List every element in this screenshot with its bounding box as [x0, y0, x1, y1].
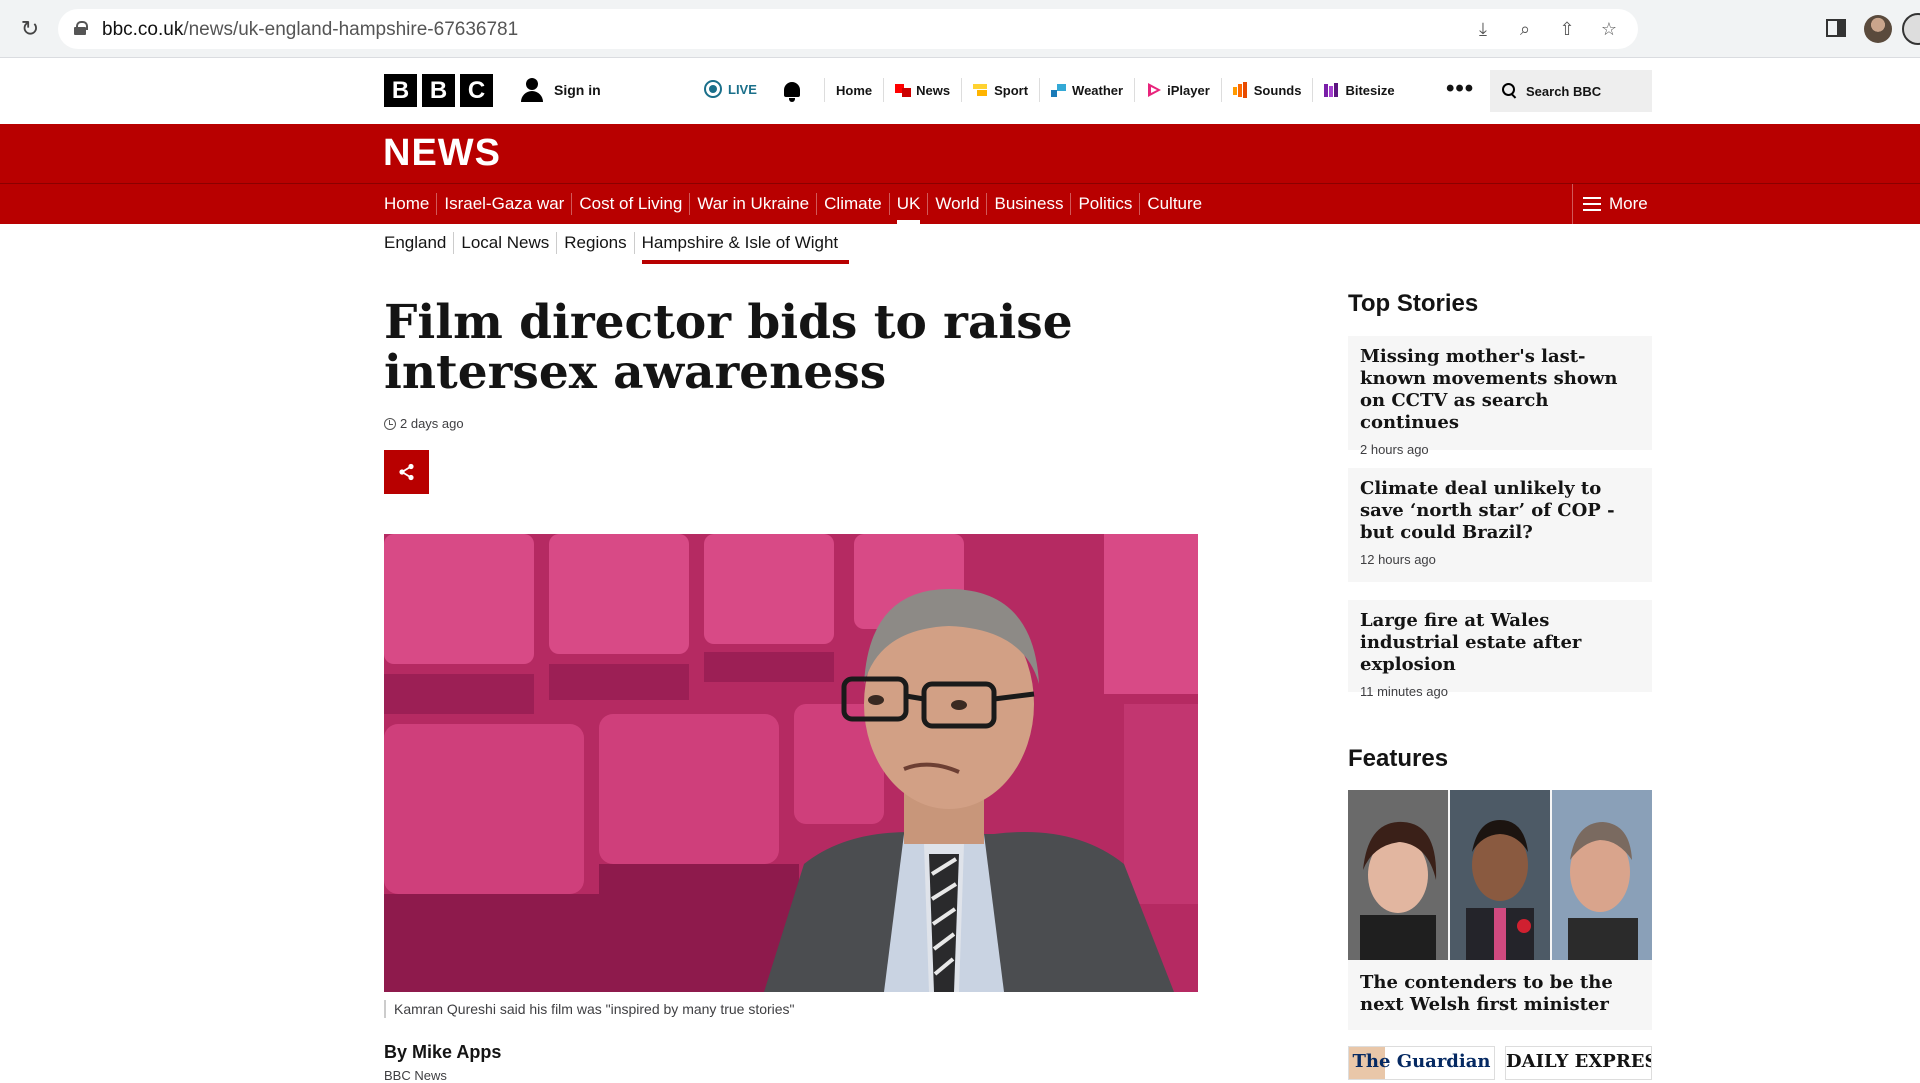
live-label: LIVE [728, 81, 757, 97]
news-tab[interactable]: War in Ukraine [689, 193, 816, 215]
share-icon [398, 463, 414, 481]
browser-toolbar: ↻ bbc.co.uk/news/uk-england-hampshire-67… [0, 0, 1920, 58]
bookmark-star-icon[interactable]: ☆ [1598, 18, 1620, 40]
image-caption: Kamran Qureshi said his film was "inspir… [384, 1000, 795, 1018]
logo-letter: B [384, 74, 417, 107]
url-text[interactable]: bbc.co.uk/news/uk-england-hampshire-6763… [102, 19, 518, 41]
reload-icon[interactable]: ↻ [18, 17, 42, 41]
feature-title: The contenders to be the next Welsh firs… [1360, 972, 1613, 1015]
install-app-icon[interactable]: ⤓ [1472, 18, 1494, 40]
topnav-bitesize[interactable]: Bitesize [1312, 78, 1405, 102]
timestamp-text: 2 days ago [400, 416, 464, 431]
address-bar[interactable]: bbc.co.uk/news/uk-england-hampshire-6763… [58, 9, 1638, 49]
topnav-news[interactable]: News [883, 78, 961, 102]
news-tab[interactable]: World [927, 193, 986, 215]
share-page-icon[interactable]: ⇧ [1556, 18, 1578, 40]
hamburger-icon [1583, 197, 1601, 211]
article-timestamp: 2 days ago [384, 416, 464, 431]
topnav-label: News [916, 82, 951, 98]
side-panel-icon[interactable] [1826, 19, 1846, 37]
sign-in-link[interactable]: Sign in [520, 76, 601, 104]
bbc-top-nav: Home News Sport Weather iPlayer Sounds B… [824, 78, 1406, 102]
news-logo[interactable]: NEWS [383, 132, 501, 175]
live-link[interactable]: LIVE [704, 80, 757, 98]
topnav-iplayer[interactable]: iPlayer [1134, 78, 1221, 102]
profile-menu-icon[interactable] [1902, 13, 1920, 45]
story-time: 11 minutes ago [1360, 684, 1448, 699]
news-tab[interactable]: Climate [816, 193, 889, 215]
sub-section-nav: England Local News Regions Hampshire & Isle… [384, 232, 849, 264]
news-tab[interactable]: Home [384, 193, 436, 215]
bbc-masthead: B B C Sign in LIVE Home News Sport Weath… [0, 58, 1920, 124]
newspaper-express: DAILY EXPRESS [1505, 1046, 1652, 1080]
article-headline: Film director bids to raise intersex awa… [384, 295, 1073, 400]
features-heading: Features [1348, 745, 1449, 772]
topnav-sport[interactable]: Sport [961, 78, 1039, 102]
sign-in-label: Sign in [554, 82, 601, 98]
feature-image [1348, 790, 1652, 960]
news-icon [895, 84, 912, 97]
url-path: /news/uk-england-hampshire-67636781 [183, 19, 519, 40]
newspaper-thumbnails[interactable]: The Guardian DAILY EXPRESS [1348, 1046, 1652, 1080]
bitesize-icon [1324, 83, 1339, 97]
share-button[interactable] [384, 450, 429, 494]
weather-icon [1051, 84, 1067, 97]
byline-organisation: BBC News [384, 1068, 447, 1083]
topnav-home[interactable]: Home [824, 78, 883, 102]
search-label: Search BBC [1526, 83, 1602, 99]
bbc-logo[interactable]: B B C [384, 74, 493, 107]
logo-letter: C [460, 74, 493, 107]
news-more-button[interactable]: More [1572, 184, 1648, 224]
subnav-tab[interactable]: Local News [453, 232, 556, 254]
news-section-nav: Home Israel-Gaza war Cost of Living War in … [0, 184, 1920, 224]
person-icon [520, 76, 544, 104]
feature-card[interactable]: The contenders to be the next Welsh firs… [1348, 790, 1652, 1030]
more-label: More [1609, 194, 1648, 213]
article-hero-image [384, 534, 1198, 992]
news-banner: NEWS [0, 124, 1920, 184]
topnav-sounds[interactable]: Sounds [1220, 78, 1313, 102]
search-icon [1502, 83, 1518, 99]
url-domain: bbc.co.uk [102, 19, 184, 40]
subnav-tab[interactable]: Hampshire & Isle of Wight [633, 232, 849, 264]
top-story-item[interactable]: Large fire at Wales industrial estate af… [1348, 600, 1652, 699]
topnav-weather[interactable]: Weather [1039, 78, 1134, 102]
topnav-label: Weather [1072, 82, 1124, 98]
topnav-label: iPlayer [1167, 82, 1210, 98]
notifications-bell-icon[interactable] [782, 80, 802, 102]
top-story-item[interactable]: Climate deal unlikely to save ‘north sta… [1348, 468, 1652, 582]
profile-avatar[interactable] [1864, 15, 1892, 43]
search-bbc-button[interactable]: Search BBC [1490, 70, 1652, 112]
news-tab[interactable]: Culture [1139, 193, 1209, 215]
story-title: Large fire at Wales industrial estate af… [1360, 610, 1582, 675]
more-menu-button[interactable]: ••• [1446, 77, 1474, 101]
news-tab[interactable]: Israel-Gaza war [436, 193, 571, 215]
topnav-label: Bitesize [1345, 82, 1395, 98]
news-tab[interactable]: UK [888, 193, 928, 224]
iplayer-icon [1148, 83, 1162, 97]
clock-icon [384, 417, 396, 430]
subnav-tab[interactable]: Regions [556, 232, 633, 254]
news-tab[interactable]: Business [986, 193, 1070, 215]
story-time: 2 hours ago [1360, 442, 1429, 457]
story-time: 12 hours ago [1360, 552, 1436, 567]
story-title: Missing mother's last-known movements sh… [1360, 346, 1618, 433]
news-tab[interactable]: Cost of Living [571, 193, 689, 215]
news-tab[interactable]: Politics [1070, 193, 1139, 215]
topnav-label: Sounds [1253, 82, 1302, 98]
topnav-label: Home [836, 82, 873, 98]
lock-icon[interactable] [74, 21, 88, 35]
sounds-icon [1232, 82, 1247, 98]
newspaper-guardian: The Guardian [1348, 1046, 1495, 1080]
story-title: Climate deal unlikely to save ‘north sta… [1360, 478, 1615, 543]
subnav-tab[interactable]: England [384, 232, 453, 254]
sport-icon [973, 84, 988, 96]
live-icon [704, 80, 722, 98]
topnav-label: Sport [994, 82, 1029, 98]
logo-letter: B [422, 74, 455, 107]
zoom-icon[interactable]: ⌕ [1514, 18, 1536, 40]
article-byline: By Mike Apps [384, 1042, 502, 1062]
top-stories-heading: Top Stories [1348, 290, 1479, 317]
top-story-item[interactable]: Missing mother's last-known movements sh… [1348, 336, 1652, 457]
